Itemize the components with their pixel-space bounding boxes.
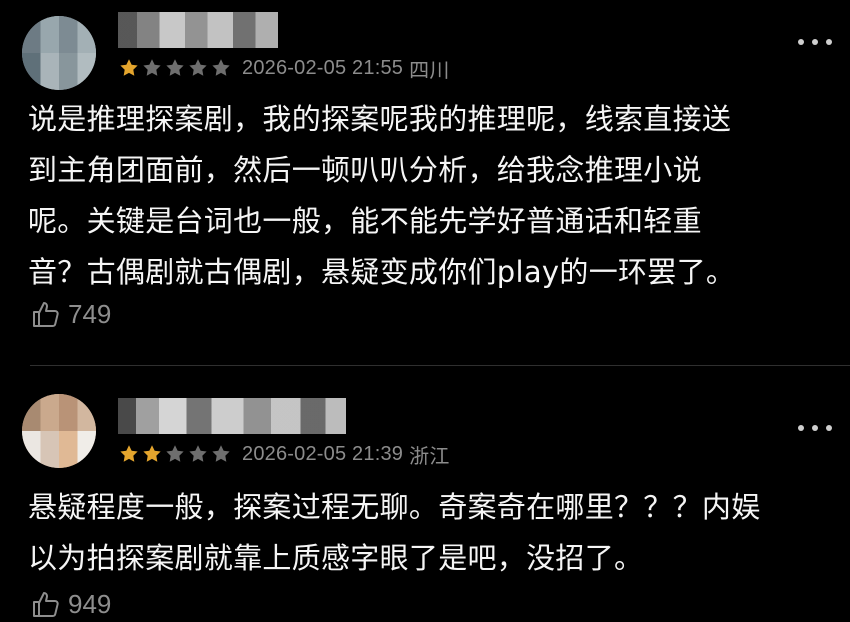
like-count: 949 xyxy=(68,588,112,619)
star-icon xyxy=(120,445,138,462)
dot-icon xyxy=(798,425,804,431)
dot-icon xyxy=(826,39,832,45)
like-button[interactable]: 749 xyxy=(30,298,111,330)
user-avatar[interactable] xyxy=(22,16,96,90)
username-blurred[interactable] xyxy=(118,12,278,48)
star-icon xyxy=(212,59,230,76)
star-icon xyxy=(166,59,184,76)
review-location: 四川 xyxy=(409,59,450,82)
username-blurred[interactable] xyxy=(118,398,346,434)
more-options-button[interactable] xyxy=(798,34,832,50)
review-meta: 2026-02-05 21:55 四川 xyxy=(118,56,450,82)
star-icon xyxy=(143,445,161,462)
star-icon xyxy=(189,59,207,76)
review-meta: 2026-02-05 21:39 浙江 xyxy=(118,442,450,468)
star-rating xyxy=(118,57,232,79)
dot-icon xyxy=(812,39,818,45)
thumbs-up-icon xyxy=(33,592,59,617)
star-rating xyxy=(118,443,232,465)
star-icon xyxy=(189,445,207,462)
star-icon xyxy=(120,59,138,76)
star-icon xyxy=(212,445,230,462)
dot-icon xyxy=(812,425,818,431)
review-content: 说是推理探案剧，我的探案呢我的推理呢，线索直接送 到主角团面前，然后一顿叭叭分析… xyxy=(28,102,736,289)
dot-icon xyxy=(826,425,832,431)
divider xyxy=(30,365,850,366)
review-datetime: 2026-02-05 21:55 xyxy=(242,56,404,79)
more-options-button[interactable] xyxy=(798,420,832,436)
review-content: 悬疑程度一般，探案过程无聊。奇案奇在哪里？？？内娱 以为拍探案剧就靠上质感字眼了… xyxy=(28,490,761,575)
user-avatar[interactable] xyxy=(22,394,96,468)
thumbs-up-icon xyxy=(33,302,59,327)
like-count: 749 xyxy=(68,298,112,329)
star-icon xyxy=(143,59,161,76)
review-datetime: 2026-02-05 21:39 xyxy=(242,442,404,465)
dot-icon xyxy=(798,39,804,45)
review-location: 浙江 xyxy=(409,445,450,468)
star-icon xyxy=(166,445,184,462)
like-button[interactable]: 949 xyxy=(30,588,111,620)
